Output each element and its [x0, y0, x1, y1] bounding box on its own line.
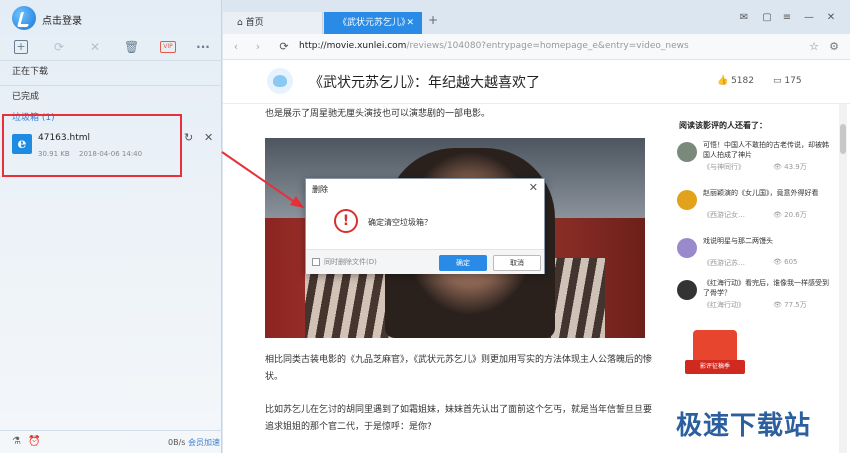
- dialog-title: 删除: [312, 185, 328, 194]
- site-watermark: 极速下载站: [676, 411, 812, 441]
- dialog-close-icon[interactable]: ✕: [529, 181, 538, 194]
- dialog-message: 确定清空垃圾箱？: [368, 218, 432, 227]
- delete-dialog: 删除 ✕ ! 确定清空垃圾箱？ 同时删除文件(D) 确定 取消: [305, 178, 545, 274]
- arrow-head: [290, 196, 304, 208]
- arrow-line: [221, 151, 297, 204]
- warning-icon: !: [334, 209, 358, 233]
- cancel-button[interactable]: 取消: [493, 255, 541, 271]
- dialog-footer: 同时删除文件(D) 确定 取消: [306, 249, 544, 274]
- ok-button[interactable]: 确定: [439, 255, 487, 271]
- delete-files-label[interactable]: 同时删除文件(D): [324, 257, 377, 267]
- delete-files-checkbox[interactable]: [312, 258, 320, 266]
